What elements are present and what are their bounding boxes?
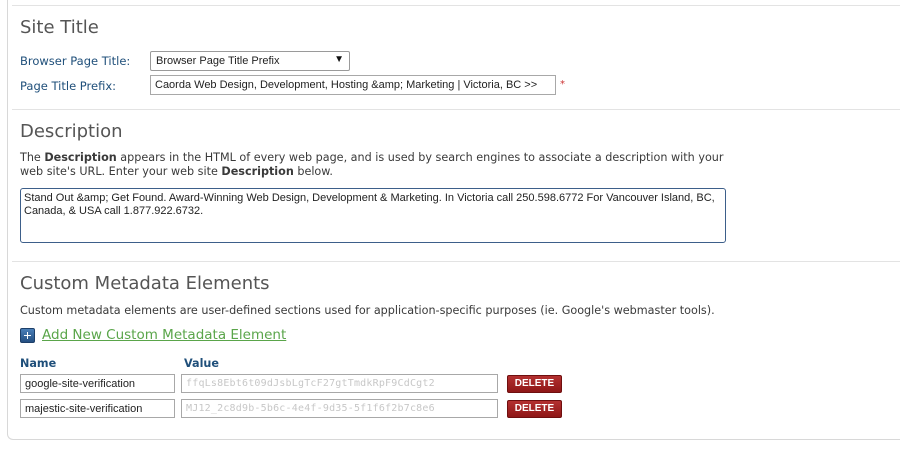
name-column-header: Name xyxy=(20,357,57,370)
metadata-name-input[interactable]: google-site-verification xyxy=(20,374,175,393)
description-heading: Description xyxy=(20,121,123,142)
delete-metadata-button[interactable]: DELETE xyxy=(507,375,562,393)
custom-metadata-heading: Custom Metadata Elements xyxy=(20,273,270,294)
page-title-prefix-input[interactable]: Caorda Web Design, Development, Hosting … xyxy=(150,75,556,95)
metadata-value-input[interactable]: ffqLs8Ebt6t09dJsbLgTcF27gtTmdkRpF9CdCgt2 xyxy=(181,374,498,393)
page-title-prefix-label: Page Title Prefix: xyxy=(20,79,117,93)
browser-page-title-selected-value: Browser Page Title Prefix xyxy=(156,55,280,67)
top-divider xyxy=(12,5,900,6)
add-metadata-element-link[interactable]: Add New Custom Metadata Element xyxy=(20,327,286,343)
delete-metadata-button[interactable]: DELETE xyxy=(507,400,562,418)
metadata-value-input[interactable]: MJ12_2c8d9b-5b6c-4e4f-9d35-5f1f6f2b7c8e6 xyxy=(181,399,498,418)
description-textarea[interactable]: Stand Out &amp; Get Found. Award-Winning… xyxy=(20,188,726,243)
required-asterisk: * xyxy=(560,79,565,90)
value-column-header: Value xyxy=(184,357,219,370)
custom-metadata-intro-text: Custom metadata elements are user-define… xyxy=(20,304,715,317)
site-title-heading: Site Title xyxy=(20,17,99,38)
add-metadata-element-label: Add New Custom Metadata Element xyxy=(42,327,287,343)
metadata-name-input[interactable]: majestic-site-verification xyxy=(20,399,175,418)
section-divider xyxy=(12,109,900,110)
description-intro-text: The Description appears in the HTML of e… xyxy=(20,151,724,178)
browser-page-title-label: Browser Page Title: xyxy=(20,54,131,68)
section-divider xyxy=(12,261,900,262)
dropdown-arrow-icon: ▼ xyxy=(334,54,344,65)
browser-page-title-select[interactable]: Browser Page Title Prefix ▼ xyxy=(150,51,350,71)
add-icon xyxy=(20,327,35,343)
